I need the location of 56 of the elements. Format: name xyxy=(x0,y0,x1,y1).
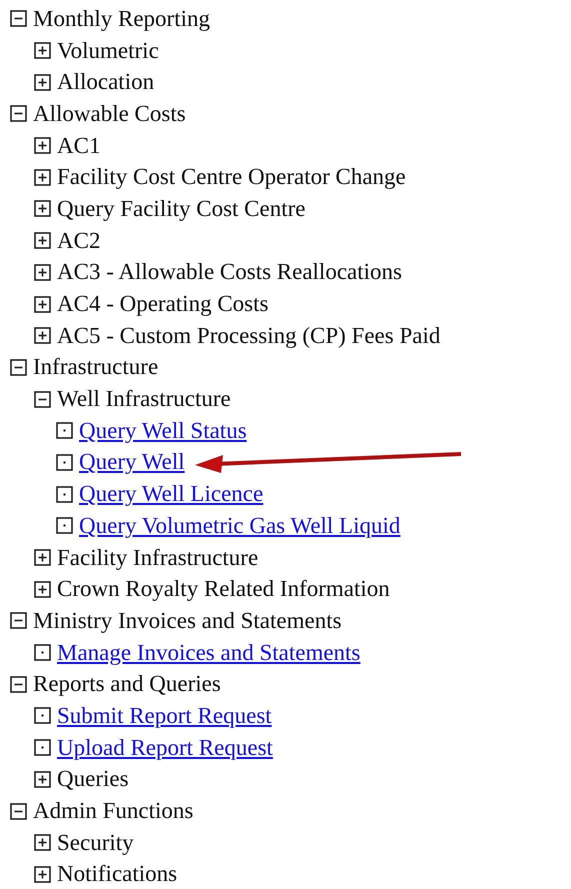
leaf-icon xyxy=(56,422,73,440)
tree-link[interactable]: Manage Invoices and Statements xyxy=(55,640,360,666)
leaf-icon xyxy=(34,739,51,756)
tree-link[interactable]: Submit Report Request xyxy=(55,702,272,729)
collapse-icon[interactable] xyxy=(10,612,27,630)
expand-icon[interactable] xyxy=(34,168,51,186)
collapse-icon[interactable] xyxy=(10,105,27,122)
expand-icon[interactable] xyxy=(34,42,51,60)
tree-label[interactable]: Infrastructure xyxy=(33,354,158,380)
tree-label[interactable]: Monthly Reporting xyxy=(33,6,210,32)
tree-link[interactable]: Upload Report Request xyxy=(55,734,273,761)
tree-label[interactable]: Facility Cost Centre Operator Change xyxy=(57,164,406,190)
expand-icon[interactable] xyxy=(34,200,51,218)
tree-label[interactable]: Notifications xyxy=(57,861,178,888)
tree-label[interactable]: Allowable Costs xyxy=(33,100,186,127)
expand-icon[interactable] xyxy=(34,264,51,281)
tree-label[interactable]: Crown Royalty Related Information xyxy=(57,576,390,602)
leaf-icon xyxy=(34,644,51,662)
tree-label[interactable]: Facility Infrastructure xyxy=(57,544,258,571)
tree-label[interactable]: AC3 - Allowable Costs Reallocations xyxy=(57,259,402,286)
tree-label[interactable]: Admin Functions xyxy=(33,798,194,824)
tree-label[interactable]: AC2 xyxy=(57,228,100,254)
tree-label[interactable]: Allocation xyxy=(57,69,154,96)
expand-icon[interactable] xyxy=(34,327,51,344)
collapse-icon[interactable] xyxy=(10,10,27,28)
tree-label[interactable]: Well Infrastructure xyxy=(57,386,231,412)
expand-icon[interactable] xyxy=(34,296,51,313)
tree-label[interactable]: AC5 - Custom Processing (CP) Fees Paid xyxy=(57,322,440,349)
expand-icon[interactable] xyxy=(34,137,51,154)
leaf-icon xyxy=(56,454,73,471)
tree-label[interactable]: Ministry Invoices and Statements xyxy=(33,608,342,634)
expand-icon[interactable] xyxy=(34,834,51,852)
expand-icon[interactable] xyxy=(34,866,51,883)
tree-label[interactable]: AC4 - Operating Costs xyxy=(57,291,268,318)
collapse-icon[interactable] xyxy=(10,358,27,376)
expand-icon[interactable] xyxy=(34,549,51,566)
tree-link[interactable]: Query Well Licence xyxy=(77,481,264,508)
tree-label[interactable]: AC1 xyxy=(57,132,100,159)
tree-label[interactable]: Reports and Queries xyxy=(33,671,221,698)
tree-link[interactable]: Query Well xyxy=(77,449,185,476)
collapse-icon[interactable] xyxy=(10,676,27,693)
leaf-icon xyxy=(56,486,73,503)
expand-icon[interactable] xyxy=(34,232,51,250)
tree-label[interactable]: Query Facility Cost Centre xyxy=(57,196,306,222)
expand-icon[interactable] xyxy=(34,580,51,598)
tree-link[interactable]: Query Volumetric Gas Well Liquid xyxy=(77,512,400,539)
expand-icon[interactable] xyxy=(34,770,51,788)
leaf-icon xyxy=(34,707,51,724)
tree-label[interactable]: Security xyxy=(57,830,134,856)
tree-label[interactable]: Volumetric xyxy=(57,38,159,64)
expand-icon[interactable] xyxy=(34,74,51,91)
leaf-icon xyxy=(56,517,73,534)
collapse-icon[interactable] xyxy=(34,390,51,408)
collapse-icon[interactable] xyxy=(10,802,27,820)
tree-link[interactable]: Query Well Status xyxy=(77,418,247,444)
tree-label[interactable]: Queries xyxy=(57,766,129,792)
